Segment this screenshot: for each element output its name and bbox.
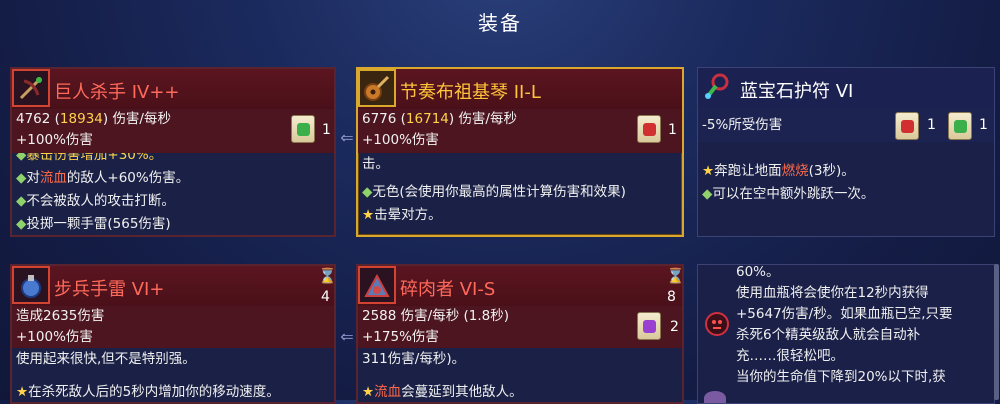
skull-potion-icon	[704, 311, 730, 337]
description-line: 杀死6个精英级敌人就会自动补	[736, 327, 921, 343]
description-line: 60%。	[736, 264, 780, 280]
dps-value: 6776	[362, 111, 397, 127]
amulet-icon	[698, 68, 736, 106]
dps-value: 4762	[16, 111, 51, 127]
damage-value: 造成2635伤害	[16, 308, 105, 324]
effect-line: ◆无色(会使用你最高的属性计算伤害和效果)	[362, 184, 626, 200]
dps-value: 2588 伤害/每秒 (1.8秒)	[362, 308, 509, 324]
scrollbar[interactable]	[994, 264, 999, 400]
effect-line: ◆投掷一颗手雷(565伤害)	[16, 216, 171, 232]
scroll-purple-icon	[637, 312, 661, 340]
mutation-icon	[704, 391, 726, 403]
mutation-description-panel[interactable]: 60%。 使用血瓶将会使你在12秒内获得 +5647伤害/秒。如果血瓶已空,只要…	[697, 264, 995, 404]
item-header: 蓝宝石护符 VI	[698, 68, 994, 108]
effect-line: ★击晕对方。	[362, 207, 442, 223]
item-header: 碎肉者 VI-S ⌛ 8	[358, 266, 682, 306]
crossbow-icon	[12, 69, 50, 107]
scroll-red-icon	[895, 112, 919, 140]
grinder-icon	[358, 266, 396, 304]
item-header: 巨人杀手 IV++	[12, 69, 334, 109]
scroll-count: 1	[979, 117, 988, 133]
item-stats: 6776 (16714) 伤害/每秒 +100%伤害 1	[358, 109, 682, 153]
damage-bonus: +175%伤害	[362, 329, 439, 345]
item-stats: 2588 伤害/每秒 (1.8秒) +175%伤害 2	[358, 306, 682, 348]
dps-unit: 伤害/每秒	[458, 111, 517, 127]
scroll-red-icon	[637, 115, 661, 143]
effect-line: ◆可以在空中额外跳跃一次。	[702, 186, 875, 202]
item-name: 巨人杀手 IV++	[54, 82, 180, 103]
damage-bonus: +100%伤害	[362, 132, 439, 148]
hourglass-icon: ⌛	[666, 267, 684, 285]
item-card-meat-grinder[interactable]: 碎肉者 VI-S ⌛ 8 2588 伤害/每秒 (1.8秒) +175%伤害 2…	[356, 264, 684, 404]
dps-unit: 伤害/每秒	[112, 111, 171, 127]
charge-count: 4	[321, 289, 330, 305]
item-card-grenade[interactable]: 步兵手雷 VI+ ⌛ 4 造成2635伤害 +100%伤害 使用起来很快,但不是…	[10, 264, 336, 404]
stat-value: -5%所受伤害	[702, 117, 783, 133]
effect-line: ★在杀死敌人后的5秒内增加你的移动速度。	[16, 384, 280, 400]
item-stats: 造成2635伤害 +100%伤害	[12, 306, 334, 348]
item-card-bouzouki[interactable]: 节奏布祖基琴 II-L 6776 (16714) 伤害/每秒 +100%伤害 1…	[356, 67, 684, 237]
description-line: +5647伤害/秒。如果血瓶已空,只要	[736, 306, 953, 322]
item-header: 步兵手雷 VI+ ⌛ 4	[12, 266, 334, 306]
description-line: 充……很轻松吧。	[736, 348, 844, 364]
item-header: 节奏布祖基琴 II-L	[358, 69, 682, 109]
scroll-count: 1	[927, 117, 936, 133]
effect-line: 击。	[362, 156, 389, 172]
lute-icon	[358, 69, 396, 107]
item-card-sapphire-amulet[interactable]: 蓝宝石护符 VI -5%所受伤害 1 1 ★奔跑让地面燃烧(3秒)。 ◆可以在空…	[697, 67, 995, 237]
hourglass-icon: ⌛	[318, 267, 336, 285]
item-stats: -5%所受伤害 1 1	[698, 108, 994, 142]
item-name: 蓝宝石护符 VI	[740, 81, 854, 102]
grenade-icon	[12, 266, 50, 304]
effect-line: 311伤害/每秒)。	[362, 351, 466, 367]
item-card-giant-killer[interactable]: 巨人杀手 IV++ 4762 (18934) 伤害/每秒 +100%伤害 1 ◆…	[10, 67, 336, 237]
item-stats: 4762 (18934) 伤害/每秒 +100%伤害 1	[12, 109, 334, 153]
scroll-count: 1	[322, 122, 331, 138]
link-arrow-icon: ⇐	[340, 327, 354, 346]
scroll-count: 1	[668, 122, 677, 138]
charge-count: 8	[667, 289, 676, 305]
item-name: 步兵手雷 VI+	[54, 279, 165, 300]
scroll-count: 2	[670, 319, 679, 335]
scroll-green-icon	[291, 115, 315, 143]
item-name: 节奏布祖基琴 II-L	[400, 82, 541, 103]
scroll-green-icon	[948, 112, 972, 140]
effect-line: 使用起来很快,但不是特别强。	[16, 351, 196, 367]
effect-line: ◆不会被敌人的攻击打断。	[16, 193, 175, 209]
description-line: 当你的生命值下降到20%以下时,获	[736, 369, 946, 385]
dps-crit-value: 18934	[59, 111, 103, 127]
item-name: 碎肉者 VI-S	[400, 279, 496, 300]
dps-crit-value: 16714	[405, 111, 449, 127]
damage-bonus: +100%伤害	[16, 329, 93, 345]
effect-line: ◆对流血的敌人+60%伤害。	[16, 170, 190, 186]
link-arrow-icon: ⇐	[340, 128, 354, 147]
description-line: 使用血瓶将会使你在12秒内获得	[736, 285, 929, 301]
page-title: 装备	[478, 11, 522, 35]
effect-line: ★流血会蔓延到其他敌人。	[362, 384, 523, 400]
damage-bonus: +100%伤害	[16, 132, 93, 148]
effect-line: ★奔跑让地面燃烧(3秒)。	[702, 163, 855, 179]
